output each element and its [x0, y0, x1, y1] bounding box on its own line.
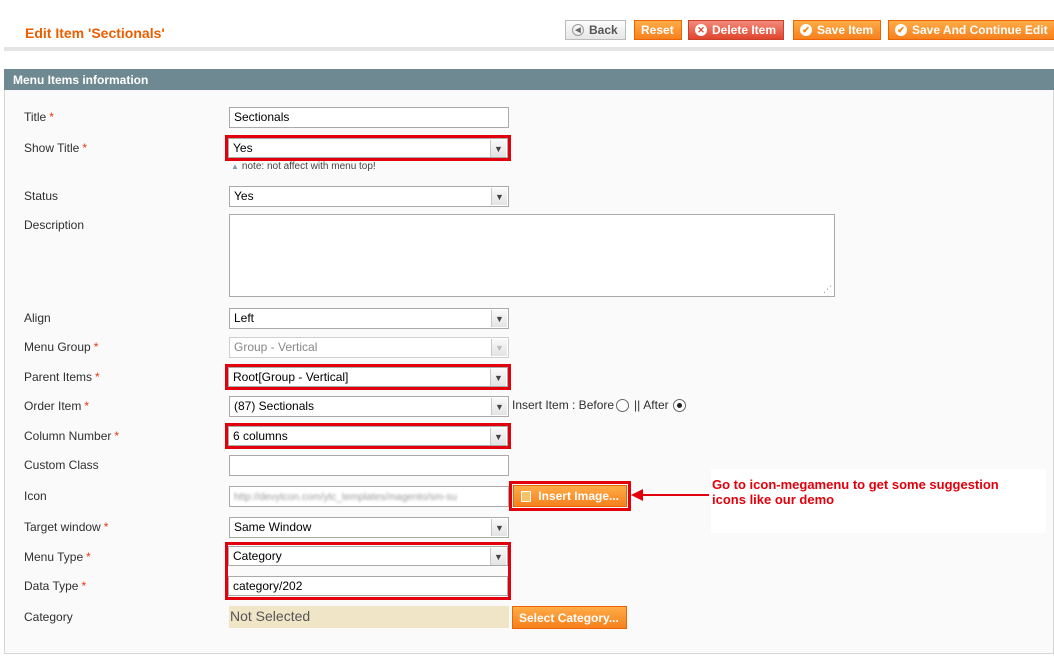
parent-items-label: Parent Items *	[24, 370, 100, 384]
chevron-down-icon: ▼	[490, 369, 506, 386]
chevron-down-icon: ▼	[491, 398, 507, 415]
header-divider	[4, 47, 1054, 51]
back-arrow-icon: ◀	[572, 24, 584, 36]
category-value: Not Selected	[229, 606, 509, 628]
select-category-button-label: Select Category...	[519, 610, 619, 625]
insert-position-group: Insert Item : Before || After	[512, 398, 688, 412]
align-label: Align	[24, 311, 51, 325]
save-item-button[interactable]: ✔ Save Item	[793, 20, 882, 40]
data-type-label: Data Type *	[24, 579, 87, 593]
chevron-down-icon: ▼	[490, 548, 506, 565]
insert-image-button-label: Insert Image...	[538, 489, 619, 503]
chevron-down-icon: ▼	[491, 310, 507, 327]
status-label: Status	[24, 189, 59, 203]
target-window-select[interactable]: Same Window ▼	[229, 517, 509, 538]
order-item-label: Order Item *	[24, 399, 90, 413]
insert-after-radio[interactable]	[672, 398, 686, 412]
description-label: Description	[24, 218, 85, 232]
custom-class-input[interactable]	[229, 455, 509, 476]
save-and-continue-button-label: Save And Continue Edit	[912, 23, 1048, 37]
insert-before-radio[interactable]	[616, 398, 630, 412]
form-panel	[4, 90, 1054, 654]
icon-label: Icon	[24, 489, 47, 503]
icon-input[interactable]: http://devytcon.com/ytc_templates/magent…	[229, 486, 509, 507]
resize-grip-icon[interactable]: ⋰	[823, 285, 832, 295]
column-number-select[interactable]: 6 columns ▼	[228, 426, 508, 446]
save-and-continue-button[interactable]: ✔ Save And Continue Edit	[888, 20, 1054, 40]
align-select[interactable]: Left ▼	[229, 308, 509, 329]
menu-type-label: Menu Type *	[24, 550, 91, 564]
back-button[interactable]: ◀ Back	[565, 20, 626, 40]
insert-image-button[interactable]: Insert Image...	[513, 485, 627, 507]
column-number-label: Column Number *	[24, 429, 120, 443]
section-header: Menu Items information	[4, 69, 1054, 90]
select-category-button[interactable]: Select Category...	[512, 606, 627, 629]
radio-separator: ||	[634, 398, 641, 412]
category-label: Category	[24, 610, 73, 624]
insert-after-label: After	[643, 398, 669, 412]
note-triangle-icon: ▲	[231, 162, 239, 171]
back-button-label: Back	[589, 23, 618, 37]
page-title: Edit Item 'Sectionals'	[25, 25, 165, 41]
title-label: Title *	[24, 110, 54, 124]
checkmark-icon: ✔	[800, 24, 812, 36]
chevron-down-icon: ▼	[491, 188, 507, 205]
chevron-down-icon: ▼	[490, 428, 506, 445]
menu-group-label: Menu Group *	[24, 340, 99, 354]
parent-items-select[interactable]: Root[Group - Vertical] ▼	[228, 367, 508, 387]
data-type-input[interactable]: category/202	[228, 576, 508, 596]
menu-type-select[interactable]: Category ▼	[228, 546, 508, 566]
chevron-down-icon: ▼	[491, 519, 507, 536]
checkmark-icon: ✔	[895, 24, 907, 36]
reset-button-label: Reset	[641, 23, 674, 37]
delete-item-button[interactable]: ✕ Delete Item	[688, 20, 785, 40]
reset-button[interactable]: Reset	[634, 20, 682, 40]
target-window-label: Target window *	[24, 520, 109, 534]
chevron-down-icon: ▼	[490, 140, 506, 157]
chevron-down-icon: ▼	[491, 339, 507, 356]
show-title-select[interactable]: Yes ▼	[228, 138, 508, 158]
status-select[interactable]: Yes ▼	[229, 186, 509, 207]
annotation-text: Go to icon-megamenu to get some suggesti…	[712, 477, 999, 507]
title-input[interactable]: Sectionals	[229, 107, 509, 128]
save-item-button-label: Save Item	[817, 23, 874, 37]
order-item-select[interactable]: (87) Sectionals ▼	[229, 396, 509, 417]
delete-icon: ✕	[695, 24, 707, 36]
show-title-note: ▲ note: not affect with menu top!	[231, 161, 376, 172]
annotation-arrow	[631, 489, 709, 501]
delete-item-button-label: Delete Item	[712, 23, 777, 37]
insert-before-label: Insert Item : Before	[512, 398, 615, 412]
show-title-label: Show Title *	[24, 141, 88, 155]
custom-class-label: Custom Class	[24, 458, 99, 472]
description-textarea[interactable]: ⋰	[229, 214, 835, 297]
menu-group-select: Group - Vertical ▼	[229, 337, 509, 358]
image-icon	[521, 490, 532, 502]
